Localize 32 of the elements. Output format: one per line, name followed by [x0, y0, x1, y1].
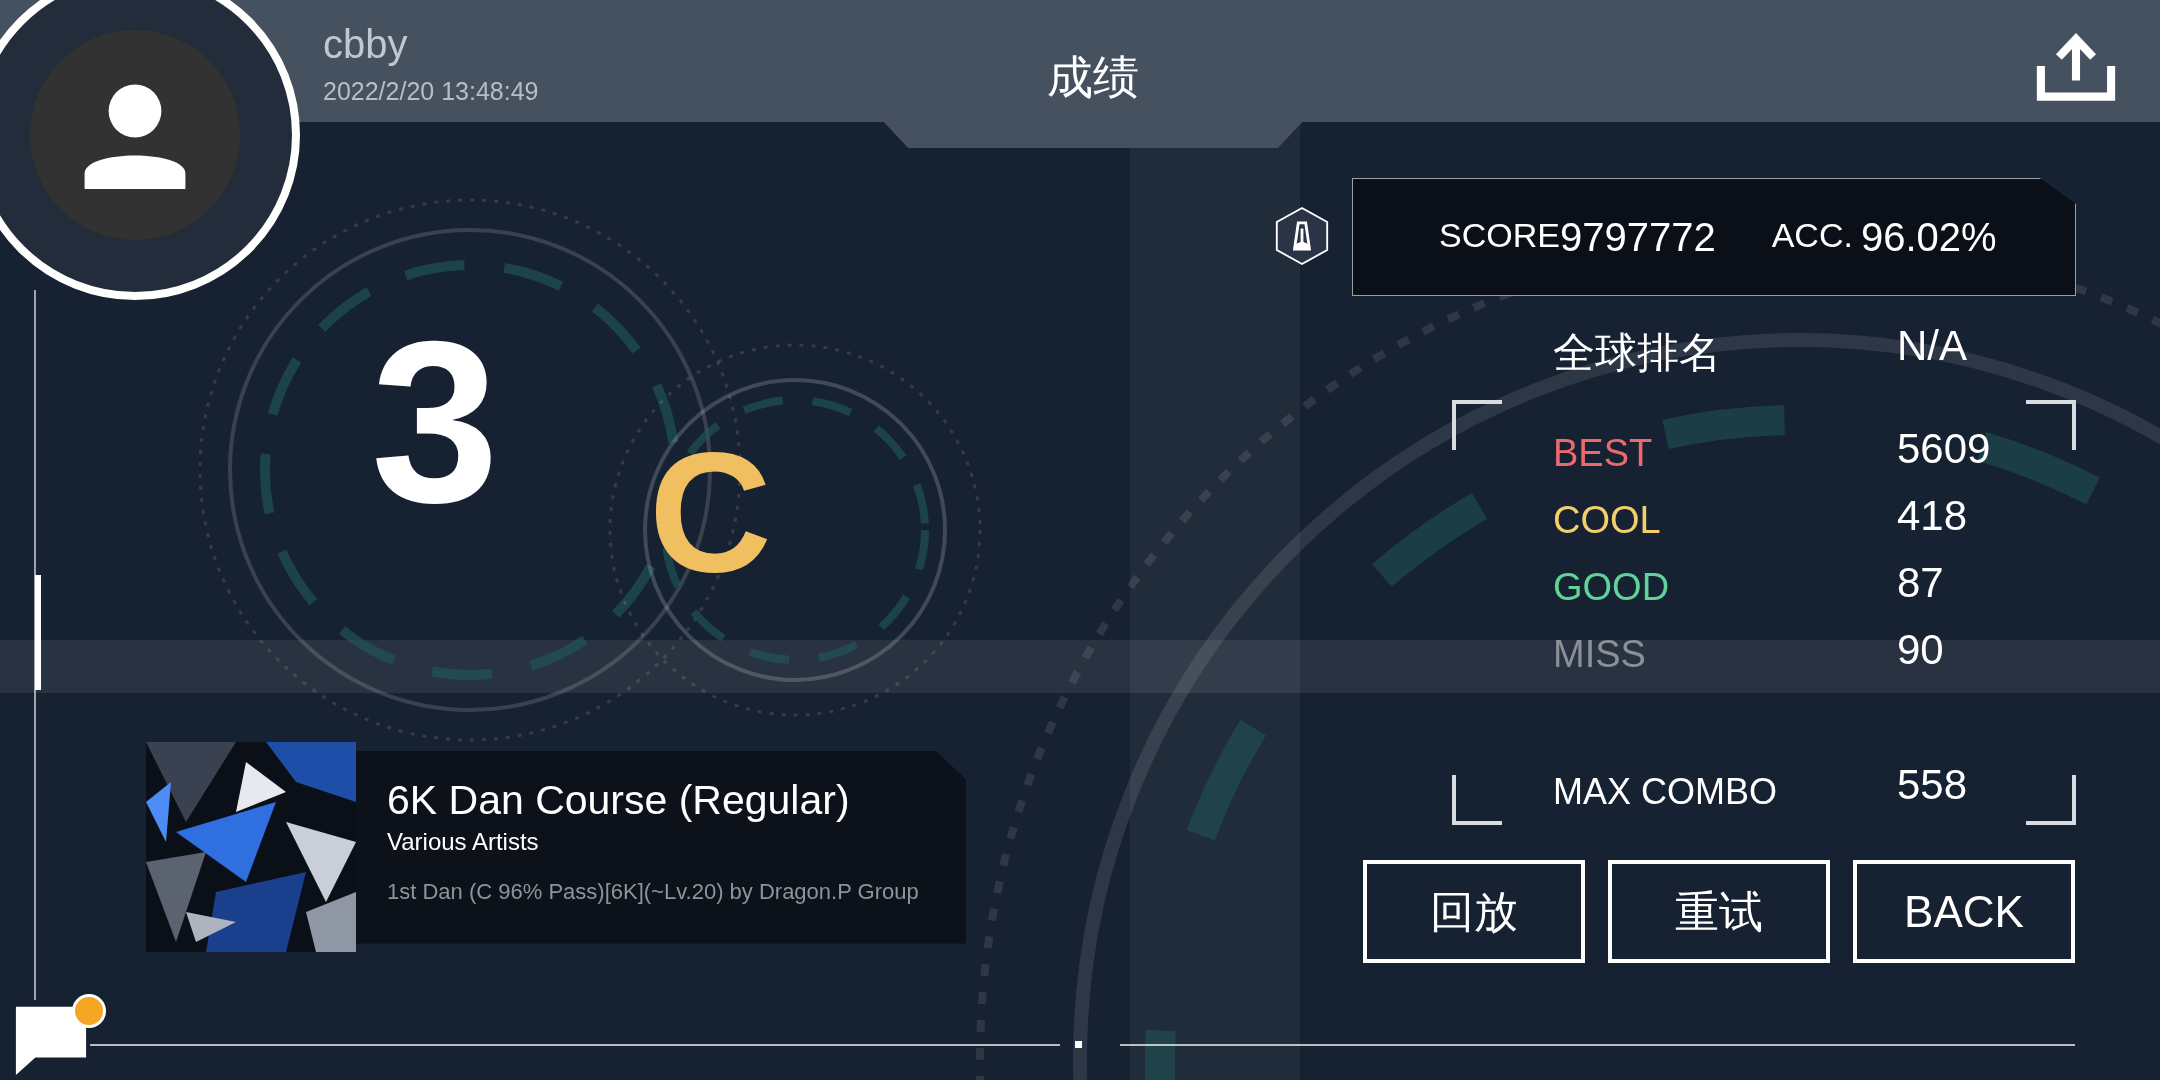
- song-title: 6K Dan Course (Regular): [387, 775, 851, 825]
- score-label: SCORE: [1439, 214, 1560, 256]
- rank-label: 全球排名: [1553, 327, 1722, 378]
- corner-bracket: [2026, 775, 2076, 825]
- judgement-count: 5609: [1897, 424, 1991, 474]
- song-artist: Various Artists: [387, 826, 540, 857]
- chart-description: 1st Dan (C 96% Pass)[6K](~Lv.20) by Dragon.P Group: [387, 877, 920, 906]
- accuracy-value: 96.02%: [1860, 214, 1997, 261]
- player-name: cbby: [323, 22, 409, 66]
- judgement-count: 87: [1897, 558, 1944, 608]
- page-title: 成绩: [1047, 50, 1139, 104]
- grade-letter: C: [648, 442, 772, 582]
- score-value: 9797772: [1559, 214, 1716, 261]
- accuracy-label: ACC.: [1771, 214, 1853, 256]
- action-button[interactable]: 重试: [1608, 860, 1830, 963]
- action-button[interactable]: BACK: [1853, 860, 2075, 963]
- judgement-label: GOOD: [1553, 565, 1671, 610]
- max-combo-value: 558: [1897, 760, 1968, 810]
- corner-bracket: [1452, 775, 1502, 825]
- corner-bracket: [1452, 400, 1502, 450]
- judgement-count: 90: [1897, 625, 1944, 675]
- rank-value: N/A: [1897, 320, 1967, 371]
- judgement-label: BEST: [1553, 431, 1654, 476]
- metronome-icon: [1274, 206, 1330, 266]
- judgement-label: MISS: [1553, 632, 1647, 677]
- play-time: 2022/2/20 13:48:49: [323, 76, 540, 106]
- judgement-label: COOL: [1553, 498, 1662, 543]
- max-combo-label: MAX COMBO: [1553, 769, 1778, 814]
- action-button[interactable]: 回放: [1363, 860, 1585, 963]
- grade-number: 3: [371, 322, 499, 522]
- corner-bracket: [2026, 400, 2076, 450]
- judgement-count: 418: [1897, 491, 1968, 541]
